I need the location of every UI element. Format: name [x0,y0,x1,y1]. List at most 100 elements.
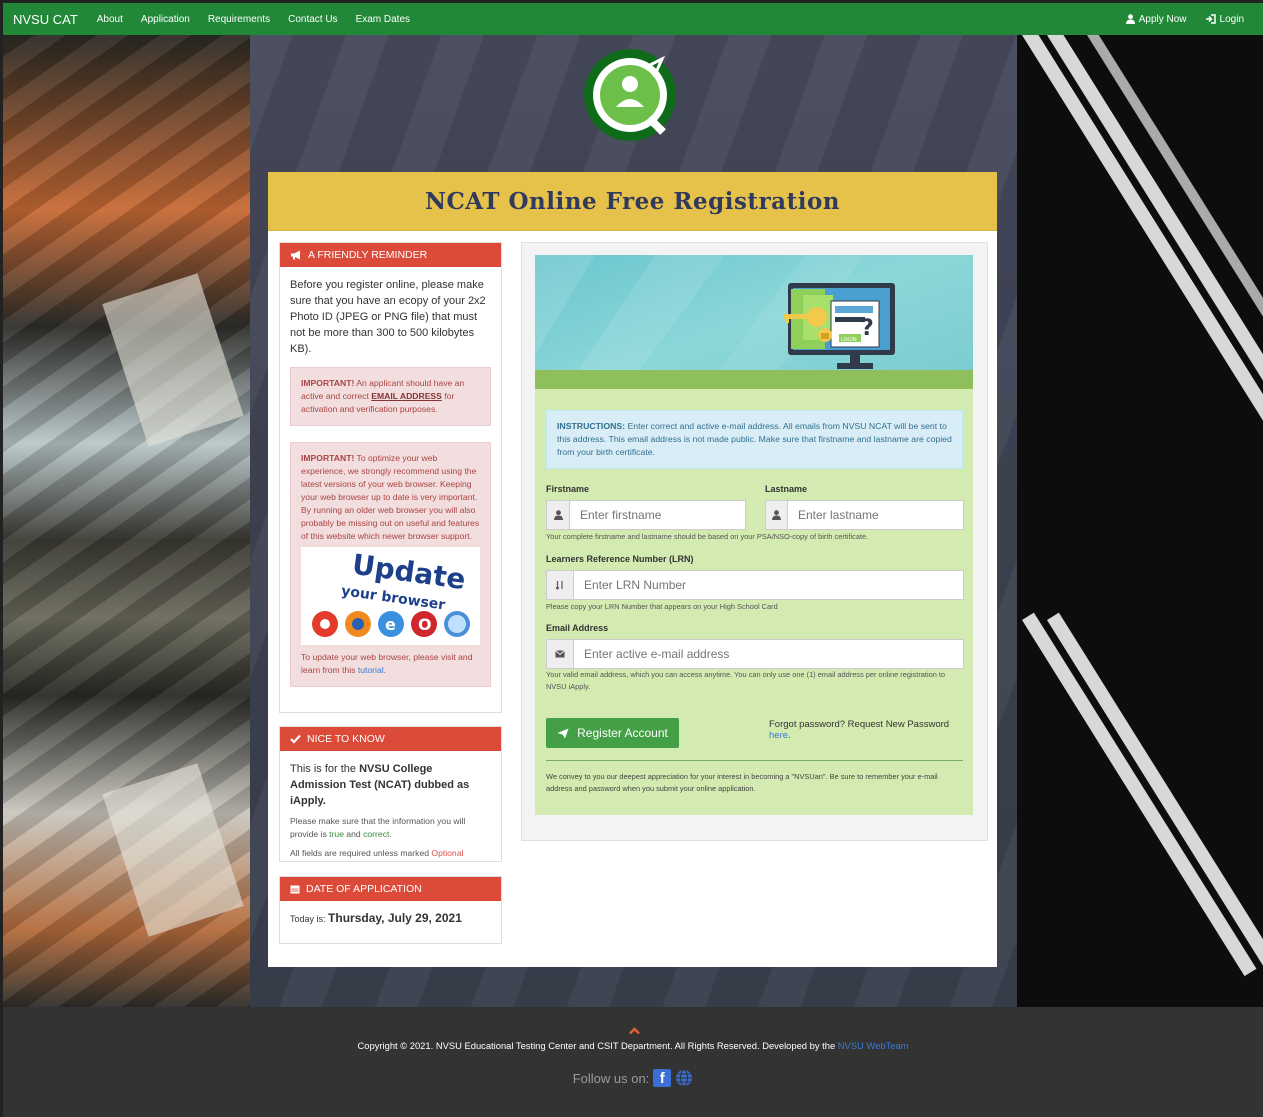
nice-to-know-body: This is for the NVSU College Admission T… [280,751,501,868]
instructions-strong: INSTRUCTIONS: [557,421,626,431]
lastname-group [765,500,964,530]
registration-card: NCAT Online Free Registration A FRIENDLY… [268,172,997,967]
alert-strong: IMPORTANT! [301,453,355,463]
email-alert: IMPORTANT! An applicant should have an a… [290,367,491,426]
check-icon [290,734,301,744]
true-word: true [329,829,344,839]
footer: Copyright © 2021. NVSU Educational Testi… [3,1007,1263,1117]
alert-text: To optimize your web experience, we stro… [301,453,480,541]
required-text: All fields are required unless marked [290,848,432,858]
top-navbar: NVSU CAT About Application Requirements … [3,3,1263,35]
update-note-text: To update your web browser, please visit… [301,652,473,675]
correct-word: correct [363,829,390,839]
nice-to-know-panel: NICE TO KNOW This is for the NVSU Colleg… [279,726,502,862]
nav-about[interactable]: About [97,14,123,25]
brand-link[interactable]: NVSU CAT [13,12,78,27]
date-panel-header: DATE OF APPLICATION [280,877,501,901]
svg-text:?: ? [861,316,874,341]
date-panel: DATE OF APPLICATION Today is: Thursday, … [279,876,502,944]
tutorial-link[interactable]: tutorial [358,665,384,675]
firstname-group [546,500,746,530]
lrn-help-text: Please copy your LRN Number that appears… [546,602,778,611]
login-label: Login [1219,13,1244,25]
follow-us: Follow us on: f [3,1069,1263,1087]
reminder-panel: A FRIENDLY REMINDER Before you register … [279,242,502,713]
registration-form-wrapper: LOGIN ? INSTRUCTIONS: Enter correct and … [521,242,988,841]
calendar-icon [290,885,300,894]
follow-label: Follow us on: [572,1070,650,1086]
nice-to-know-header: NICE TO KNOW [280,727,501,751]
update-browser-graphic: Update your browser e O [312,548,470,637]
appreciation-text: We convey to you our deepest appreciatio… [546,772,938,793]
user-icon [1125,14,1135,24]
application-date: Thursday, July 29, 2021 [328,911,462,925]
lrn-input[interactable] [574,571,963,599]
copyright-text: Copyright © 2021. NVSU Educational Testi… [357,1040,838,1051]
page-title: NCAT Online Free Registration [424,187,841,215]
nice-to-know-intro: This is for the NVSU College Admission T… [290,761,491,809]
email-group [546,639,964,669]
date-body: Today is: Thursday, July 29, 2021 [280,901,501,933]
firstname-input[interactable] [570,501,745,529]
paper-plane-icon [557,728,569,738]
nice-to-know-accuracy: Please make sure that the information yo… [290,815,491,841]
reminder-body: Before you register online, please make … [280,267,501,695]
and-word: and [343,829,364,839]
webteam-link[interactable]: NVSU WebTeam [838,1040,909,1051]
svg-text:LOGIN: LOGIN [841,337,857,343]
date-heading: DATE OF APPLICATION [306,883,422,895]
copyright: Copyright © 2021. NVSU Educational Testi… [3,1040,1263,1051]
register-account-button[interactable]: Register Account [546,718,679,748]
login-icon [1205,14,1216,24]
form-divider [546,760,963,761]
register-button-label: Register Account [577,726,668,740]
background-stripes-right [1017,35,1263,1007]
email-label: Email Address [546,623,609,633]
nav-contact-us[interactable]: Contact Us [288,14,337,25]
forgot-password-text: Forgot password? Request New Password he… [769,719,973,741]
reminder-text: Before you register online, please make … [290,279,486,355]
hero-banner: LOGIN ? [535,255,973,389]
instructions-box: INSTRUCTIONS: Enter correct and active e… [546,410,963,469]
facebook-icon[interactable]: f [653,1069,672,1087]
nav-requirements[interactable]: Requirements [208,14,270,25]
reminder-heading: A FRIENDLY REMINDER [308,249,428,261]
email-input[interactable] [574,640,963,668]
user-icon [766,501,788,529]
megaphone-icon [291,250,300,260]
accuracy-post: . [389,829,392,839]
request-new-password-link[interactable]: here [769,730,788,741]
lastname-label: Lastname [765,484,808,494]
alert-strong: IMPORTANT! [301,378,355,388]
lrn-group [546,570,964,600]
optional-word: Optional [431,848,464,858]
email-help-text: Your valid email address, which you can … [546,670,946,691]
date-prefix: Today is: [290,914,329,924]
forgot-post: . [788,730,791,741]
email-address-link[interactable]: EMAIL ADDRESS [371,391,442,401]
firstname-label: Firstname [546,484,590,494]
update-note-post: . [383,665,387,675]
nav-exam-dates[interactable]: Exam Dates [356,14,410,25]
update-browser-note: To update your web browser, please visit… [301,651,480,677]
lrn-label: Learners Reference Number (LRN) [546,554,694,564]
browser-alert: IMPORTANT! To optimize your web experien… [290,442,491,687]
registration-form: LOGIN ? INSTRUCTIONS: Enter correct and … [535,255,973,815]
chevron-up-icon[interactable] [629,1027,640,1035]
lastname-input[interactable] [788,501,963,529]
svg-text:e: e [385,615,396,634]
reminder-panel-header: A FRIENDLY REMINDER [280,243,501,267]
intro-text: This is for the [290,763,360,775]
name-help-text: Your complete firstname and lastname sho… [546,532,869,541]
update-browser-image: Update your browser e O [301,547,480,645]
card-header: NCAT Online Free Registration [268,172,997,231]
envelope-icon [547,640,574,668]
nice-to-know-heading: NICE TO KNOW [307,733,385,745]
background-photo-left [3,35,250,1007]
nav-application[interactable]: Application [141,14,190,25]
forgot-text: Forgot password? Request New Password [769,719,950,730]
login-link[interactable]: Login [1205,14,1244,25]
apply-now-link[interactable]: Apply Now [1125,14,1187,25]
globe-icon[interactable] [675,1069,693,1087]
nav-right: Apply Now Login [1117,14,1253,25]
